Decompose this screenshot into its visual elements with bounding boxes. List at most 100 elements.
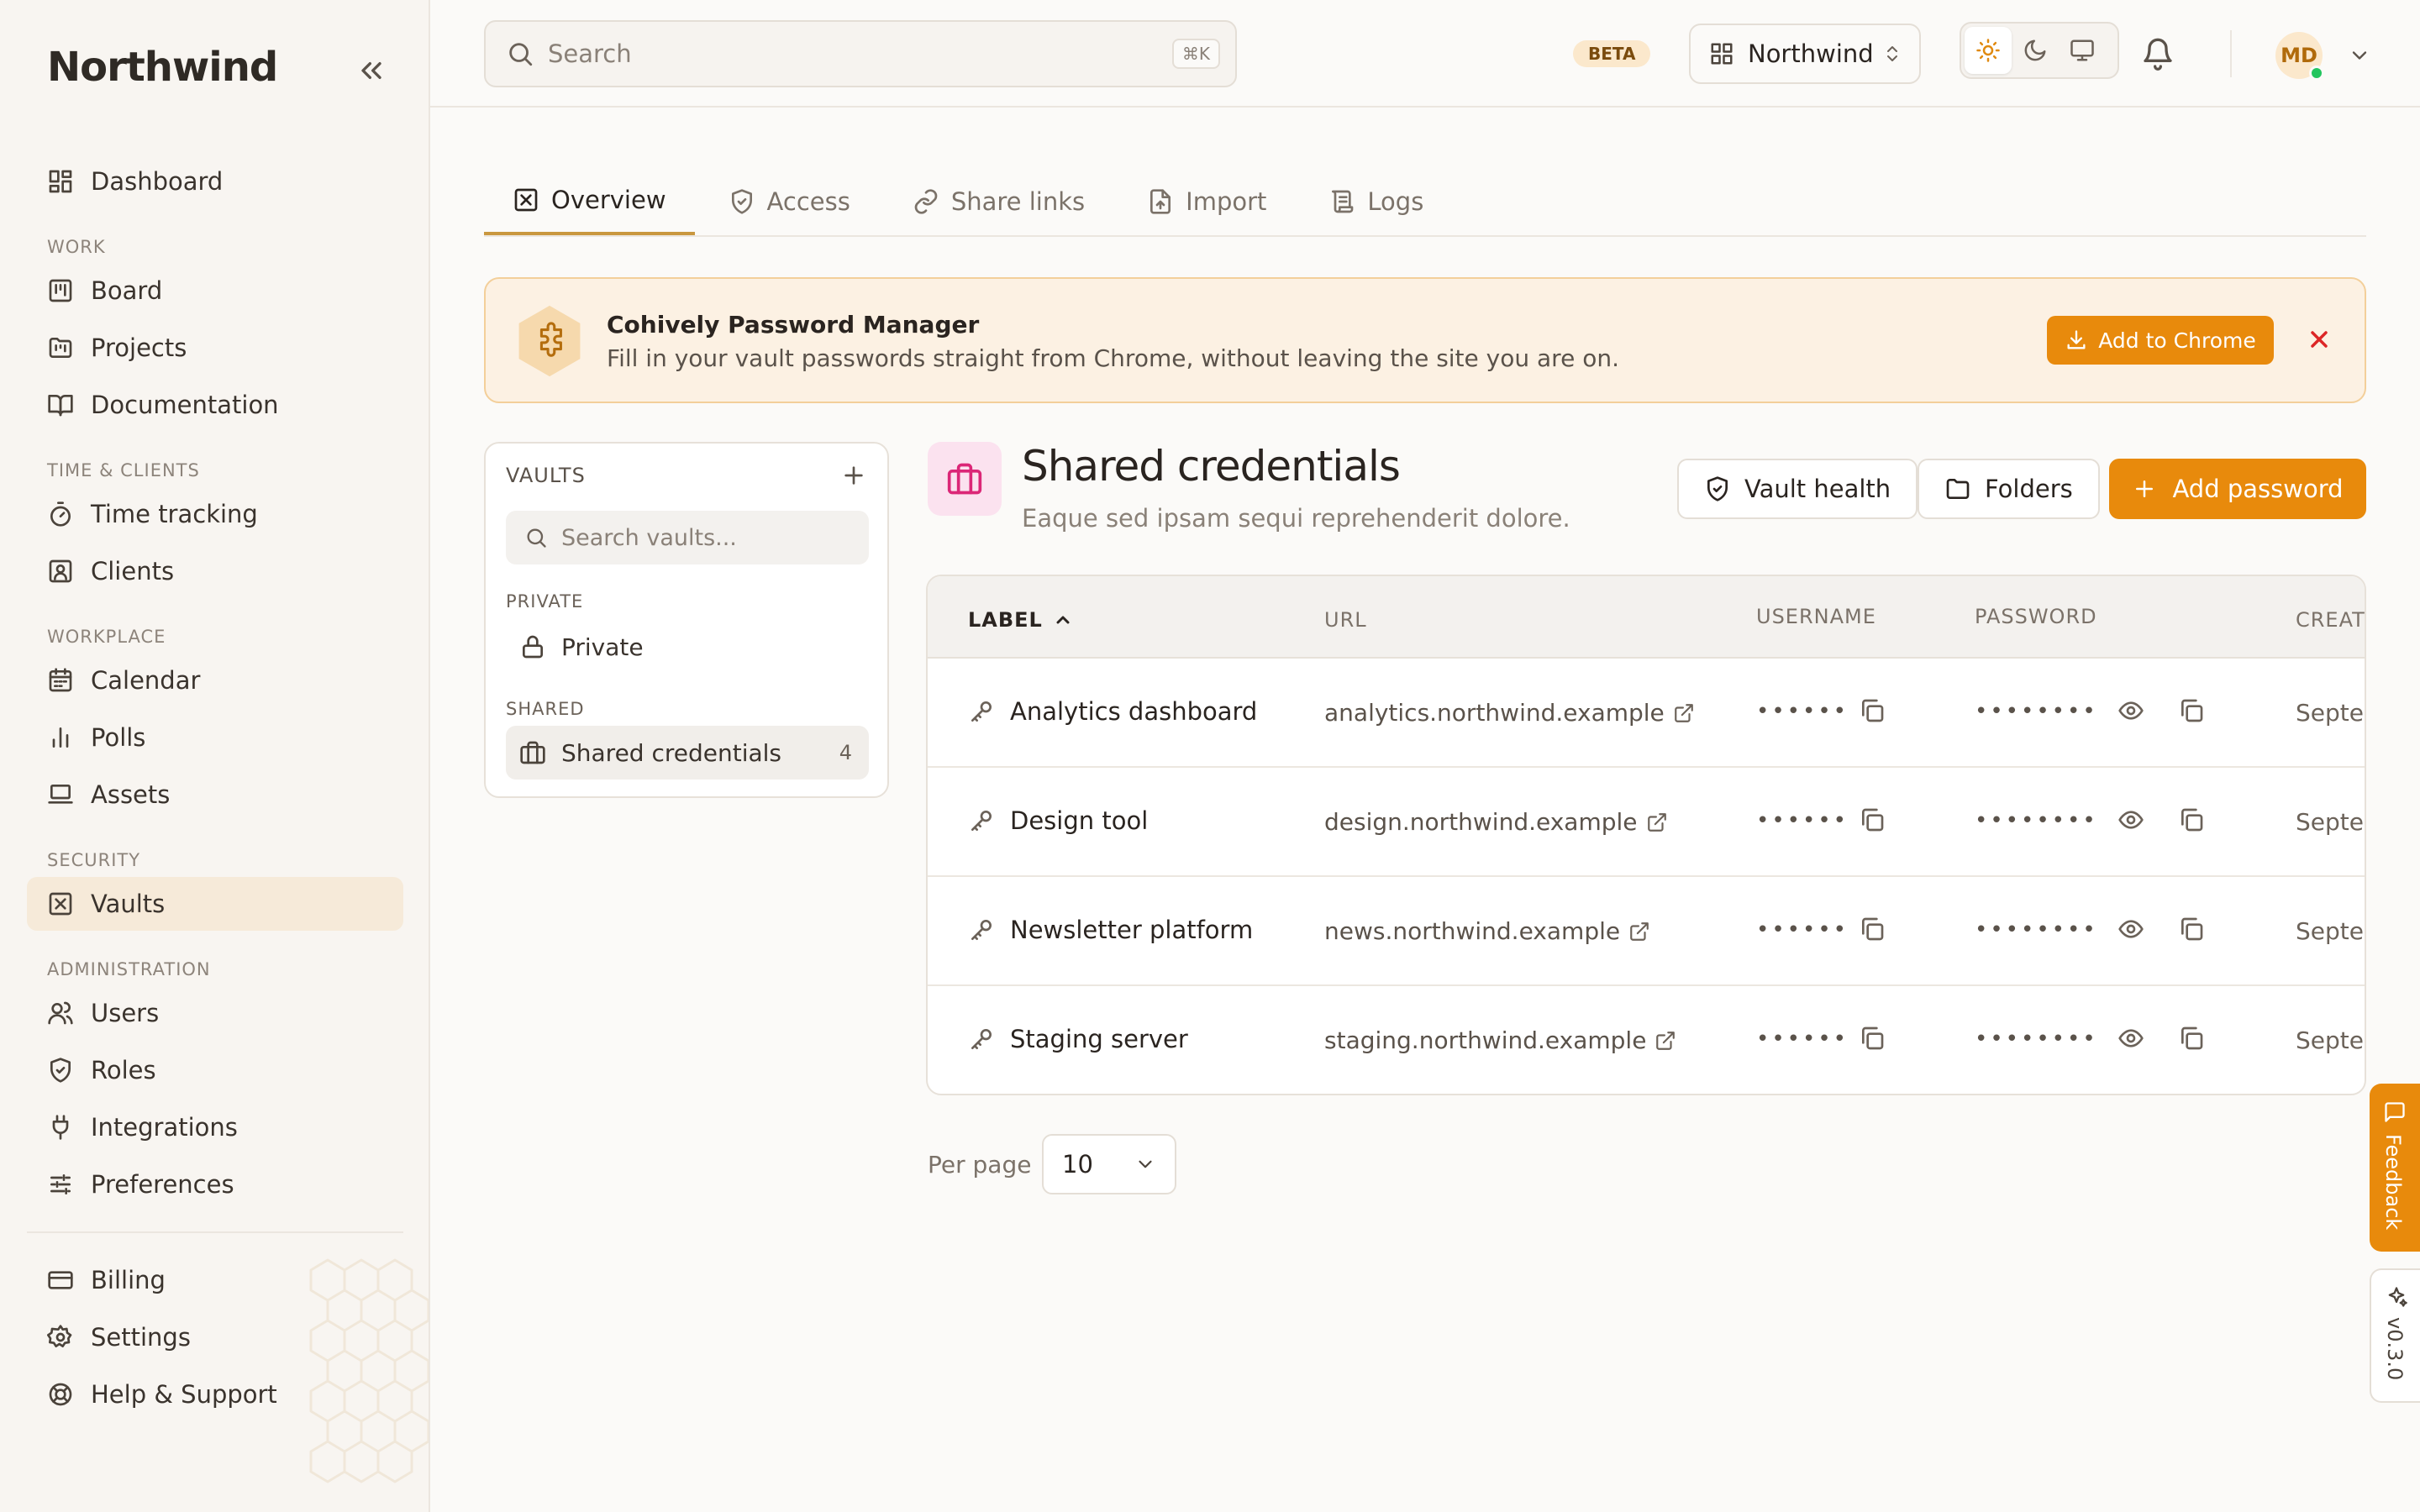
eye-icon[interactable] [2118,697,2144,724]
sidebar-item-time-tracking[interactable]: Time tracking [27,487,403,541]
sidebar-item-projects[interactable]: Projects [27,321,403,375]
tab-import[interactable]: Import [1118,168,1295,235]
eye-icon[interactable] [2118,1025,2144,1052]
per-page-select[interactable]: 10 [1042,1134,1176,1194]
sidebar-item-board[interactable]: Board [27,264,403,318]
table-row[interactable]: Newsletter platform news.northwind.examp… [928,877,2365,986]
credential-url[interactable]: staging.northwind.example [1324,1026,1676,1054]
credential-label[interactable]: Newsletter platform [968,916,1253,944]
eye-icon[interactable] [2118,806,2144,833]
credential-label[interactable]: Staging server [968,1025,1188,1053]
collapse-sidebar-icon[interactable] [355,54,388,87]
created-date: Septer [2296,808,2366,836]
sidebar-item-label: Roles [91,1056,156,1084]
sidebar-item-dashboard[interactable]: Dashboard [27,155,403,208]
tab-overview[interactable]: Overview [484,168,695,235]
password-masked: •••••••• [1975,917,2098,942]
copy-icon[interactable] [2178,1025,2205,1052]
copy-icon[interactable] [1859,916,1886,942]
credential-url[interactable]: design.northwind.example [1324,808,1668,836]
external-link-icon [1655,1030,1676,1052]
workspace-switcher[interactable]: Northwind [1689,24,1921,84]
sidebar-item-preferences[interactable]: Preferences [27,1158,403,1211]
credential-label[interactable]: Analytics dashboard [968,697,1257,726]
vaults-heading: VAULTS [506,464,586,487]
version-label: v0.3.0 [2383,1317,2407,1381]
version-tab[interactable]: v0.3.0 [2370,1268,2420,1403]
table-row[interactable]: Design tool design.northwind.example •••… [928,768,2365,877]
column-header-label[interactable]: LABEL [968,608,1073,632]
sidebar-item-vaults[interactable]: Vaults [27,877,403,931]
topbar-divider [2230,30,2232,77]
avatar[interactable]: MD [2275,32,2324,81]
vault-health-label: Vault health [1744,475,1891,503]
credential-url[interactable]: news.northwind.example [1324,917,1650,945]
brand-logo[interactable]: Northwind [47,44,278,91]
credential-url[interactable]: analytics.northwind.example [1324,699,1695,727]
add-vault-icon[interactable] [840,462,867,489]
folder-kanban-icon [47,334,74,361]
sidebar-item-label: Polls [91,723,146,752]
feedback-label: Feedback [2381,1134,2405,1231]
sidebar-item-roles[interactable]: Roles [27,1043,403,1097]
copy-icon[interactable] [1859,697,1886,724]
credential-url-text: analytics.northwind.example [1324,699,1665,727]
sidebar-item-calendar[interactable]: Calendar [27,654,403,707]
vault-item-private[interactable]: Private [506,620,869,674]
add-password-button[interactable]: Add password [2109,459,2366,519]
folder-icon [1944,475,1971,502]
theme-system-button[interactable] [2059,27,2106,74]
nav-group-workplace: WORKPLACE [47,627,166,647]
table-row[interactable]: Staging server staging.northwind.example… [928,986,2365,1094]
sidebar-item-label: Assets [91,780,171,809]
column-header-created[interactable]: CREATE [2296,608,2365,632]
sidebar: Northwind Dashboard WORK Board Projects … [0,0,430,1512]
copy-icon[interactable] [2178,697,2205,724]
tab-share-links[interactable]: Share links [884,168,1113,235]
users-icon [47,1000,74,1026]
tab-label: Logs [1367,187,1424,216]
sidebar-item-label: Preferences [91,1170,234,1199]
credentials-table: LABEL URL USERNAME PASSWORD CREATE Analy… [926,575,2366,1095]
vault-icon [47,890,74,917]
folders-button[interactable]: Folders [1918,459,2100,519]
vault-tabs: Overview Access Share links Import Logs [484,168,2366,237]
vault-item-shared-credentials[interactable]: Shared credentials 4 [506,726,869,780]
copy-icon[interactable] [2178,916,2205,942]
nav-group-time-clients: TIME & CLIENTS [47,460,200,480]
add-password-label: Add password [2172,475,2344,503]
sidebar-item-documentation[interactable]: Documentation [27,378,403,432]
copy-icon[interactable] [1859,806,1886,833]
eye-icon[interactable] [2118,916,2144,942]
password-masked: •••••••• [1975,808,2098,833]
column-header-username[interactable]: USERNAME [1756,605,1876,628]
vault-search-input[interactable]: Search vaults... [506,511,869,564]
credential-label[interactable]: Design tool [968,806,1148,835]
chevron-down-icon[interactable] [2348,44,2371,67]
copy-icon[interactable] [2178,806,2205,833]
vault-health-button[interactable]: Vault health [1677,459,1918,519]
bell-icon[interactable] [2141,37,2175,71]
sidebar-item-integrations[interactable]: Integrations [27,1100,403,1154]
sidebar-item-users[interactable]: Users [27,986,403,1040]
external-link-icon [1673,702,1695,724]
theme-dark-button[interactable] [2012,27,2059,74]
sidebar-item-label: Dashboard [91,167,224,196]
feedback-tab[interactable]: Feedback [2370,1084,2420,1252]
column-header-url[interactable]: URL [1324,608,1367,632]
column-header-text: LABEL [968,608,1043,632]
sidebar-item-assets[interactable]: Assets [27,768,403,822]
copy-icon[interactable] [1859,1025,1886,1052]
global-search[interactable]: Search ⌘K [484,20,1237,87]
close-icon[interactable] [2306,326,2333,353]
nav-group-work: WORK [47,237,106,257]
table-row[interactable]: Analytics dashboard analytics.northwind.… [928,659,2365,768]
tab-logs[interactable]: Logs [1300,168,1452,235]
theme-light-button[interactable] [1965,27,2012,74]
add-to-chrome-button[interactable]: Add to Chrome [2047,316,2274,365]
vault-group-private: PRIVATE [506,591,584,612]
sidebar-item-polls[interactable]: Polls [27,711,403,764]
sidebar-item-clients[interactable]: Clients [27,544,403,598]
column-header-password[interactable]: PASSWORD [1975,605,2097,628]
tab-access[interactable]: Access [700,168,879,235]
